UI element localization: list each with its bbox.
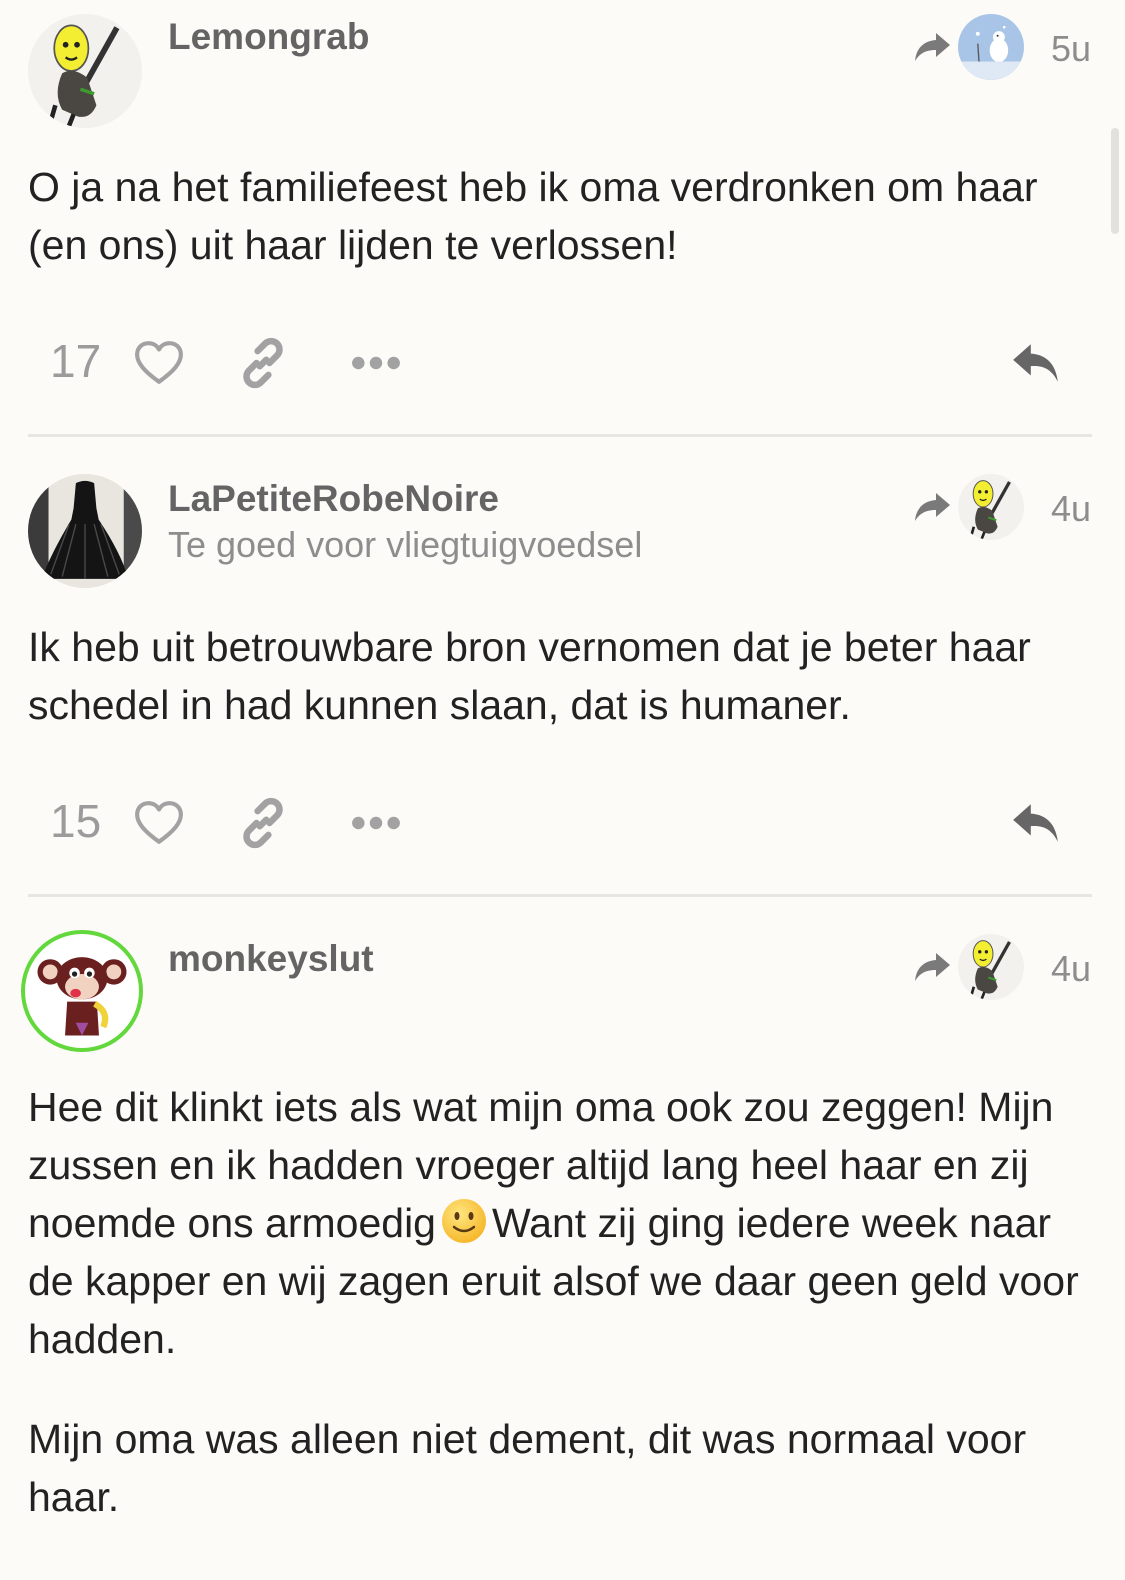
post-divider [28,434,1092,437]
post-username[interactable]: Lemongrab [168,16,369,58]
post-body: O ja na het familiefeest heb ik oma verd… [28,158,1098,274]
post-body: Hee dit klinkt iets als wat mijn oma ook… [28,1078,1098,1526]
post-username[interactable]: LaPetiteRobeNoire [168,478,499,520]
post-body: Ik heb uit betrouwbare bron vernomen dat… [28,618,1098,734]
more-options-icon[interactable] [350,814,402,832]
more-options-icon[interactable] [350,354,402,372]
lemongrab-avatar[interactable] [958,474,1024,540]
reply-to-icon[interactable] [912,950,952,984]
lemongrab-avatar[interactable] [958,934,1024,1000]
post-time[interactable]: 4u [1051,948,1091,990]
like-count[interactable]: 15 [50,794,101,848]
post-time[interactable]: 5u [1051,28,1091,70]
link-icon[interactable] [236,336,290,390]
post-paragraph: Mijn oma was alleen niet dement, dit was… [28,1416,1027,1520]
slightly-smiling-face-icon [441,1199,486,1243]
black-dress-avatar[interactable] [28,474,142,588]
post-paragraph: Ik heb uit betrouwbare bron vernomen dat… [28,624,1031,728]
reply-to-icon[interactable] [912,30,952,64]
reply-to-icon[interactable] [912,490,952,524]
monkey-avatar[interactable] [21,930,143,1052]
lemongrab-avatar[interactable] [28,14,142,128]
post-paragraph: O ja na het familiefeest heb ik oma verd… [28,164,1038,268]
post-actions: 17 [0,330,1125,400]
post-actions: 15 [0,790,1125,860]
like-count[interactable]: 17 [50,334,101,388]
scrollbar[interactable] [1111,128,1119,234]
post-divider [28,894,1092,897]
heart-icon[interactable] [134,340,184,386]
snowy-avatar[interactable] [958,14,1024,80]
link-icon[interactable] [236,796,290,850]
heart-icon[interactable] [134,800,184,846]
post-paragraph: Hee dit klinkt iets als wat mijn oma ook… [28,1078,1098,1368]
post-time[interactable]: 4u [1051,488,1091,530]
post-username[interactable]: monkeyslut [168,938,374,980]
reply-icon[interactable] [1010,800,1062,846]
user-title: Te goed voor vliegtuigvoedsel [168,524,643,565]
reply-icon[interactable] [1010,340,1062,386]
